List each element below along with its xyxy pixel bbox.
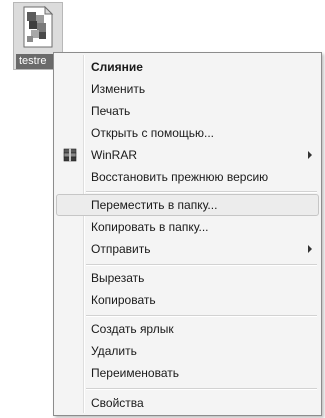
winrar-icon — [63, 148, 77, 162]
menu-item-label: Копировать — [91, 293, 156, 307]
menu-item-label: Создать ярлык — [91, 322, 174, 336]
menu-item-cut[interactable]: Вырезать — [56, 267, 319, 289]
menu-item-merge[interactable]: Слияние — [56, 56, 319, 78]
menu-item-open-with[interactable]: Открыть с помощью... — [56, 122, 319, 144]
menu-item-label: Восстановить прежнюю версию — [91, 170, 269, 184]
menu-item-label: Отправить — [91, 242, 151, 256]
menu-item-label: Переместить в папку... — [91, 198, 218, 212]
menu-item-winrar[interactable]: WinRAR — [56, 144, 319, 166]
menu-item-move-to-folder[interactable]: Переместить в папку... — [56, 194, 319, 216]
menu-item-copy[interactable]: Копировать — [56, 289, 319, 311]
menu-item-copy-to-folder[interactable]: Копировать в папку... — [56, 216, 319, 238]
menu-item-restore-previous-version[interactable]: Восстановить прежнюю версию — [56, 166, 319, 188]
office-document-icon — [23, 6, 54, 48]
context-menu: Слияние Изменить Печать Открыть с помощь… — [53, 52, 322, 416]
menu-item-rename[interactable]: Переименовать — [56, 362, 319, 384]
menu-item-label: Удалить — [91, 344, 137, 358]
menu-item-print[interactable]: Печать — [56, 100, 319, 122]
menu-item-delete[interactable]: Удалить — [56, 340, 319, 362]
menu-separator — [86, 191, 317, 193]
menu-item-properties[interactable]: Свойства — [56, 392, 319, 414]
menu-item-edit[interactable]: Изменить — [56, 78, 319, 100]
menu-item-create-shortcut[interactable]: Создать ярлык — [56, 318, 319, 340]
menu-separator — [86, 388, 317, 390]
menu-item-label: Переименовать — [91, 366, 179, 380]
menu-item-label: Вырезать — [91, 271, 145, 285]
menu-item-label: Свойства — [91, 396, 144, 410]
menu-separator — [86, 264, 317, 266]
menu-separator — [86, 315, 317, 317]
submenu-arrow-icon — [308, 151, 312, 159]
menu-item-label: Копировать в папку... — [91, 220, 209, 234]
menu-item-label: Открыть с помощью... — [91, 126, 215, 140]
desktop: testre Слияние Изменить Печать Открыть с… — [0, 0, 325, 418]
menu-item-label: Печать — [91, 104, 131, 118]
menu-item-send-to[interactable]: Отправить — [56, 238, 319, 260]
menu-item-label: WinRAR — [91, 148, 138, 162]
submenu-arrow-icon — [308, 245, 312, 253]
menu-item-label: Слияние — [91, 60, 143, 74]
menu-item-label: Изменить — [91, 82, 146, 96]
